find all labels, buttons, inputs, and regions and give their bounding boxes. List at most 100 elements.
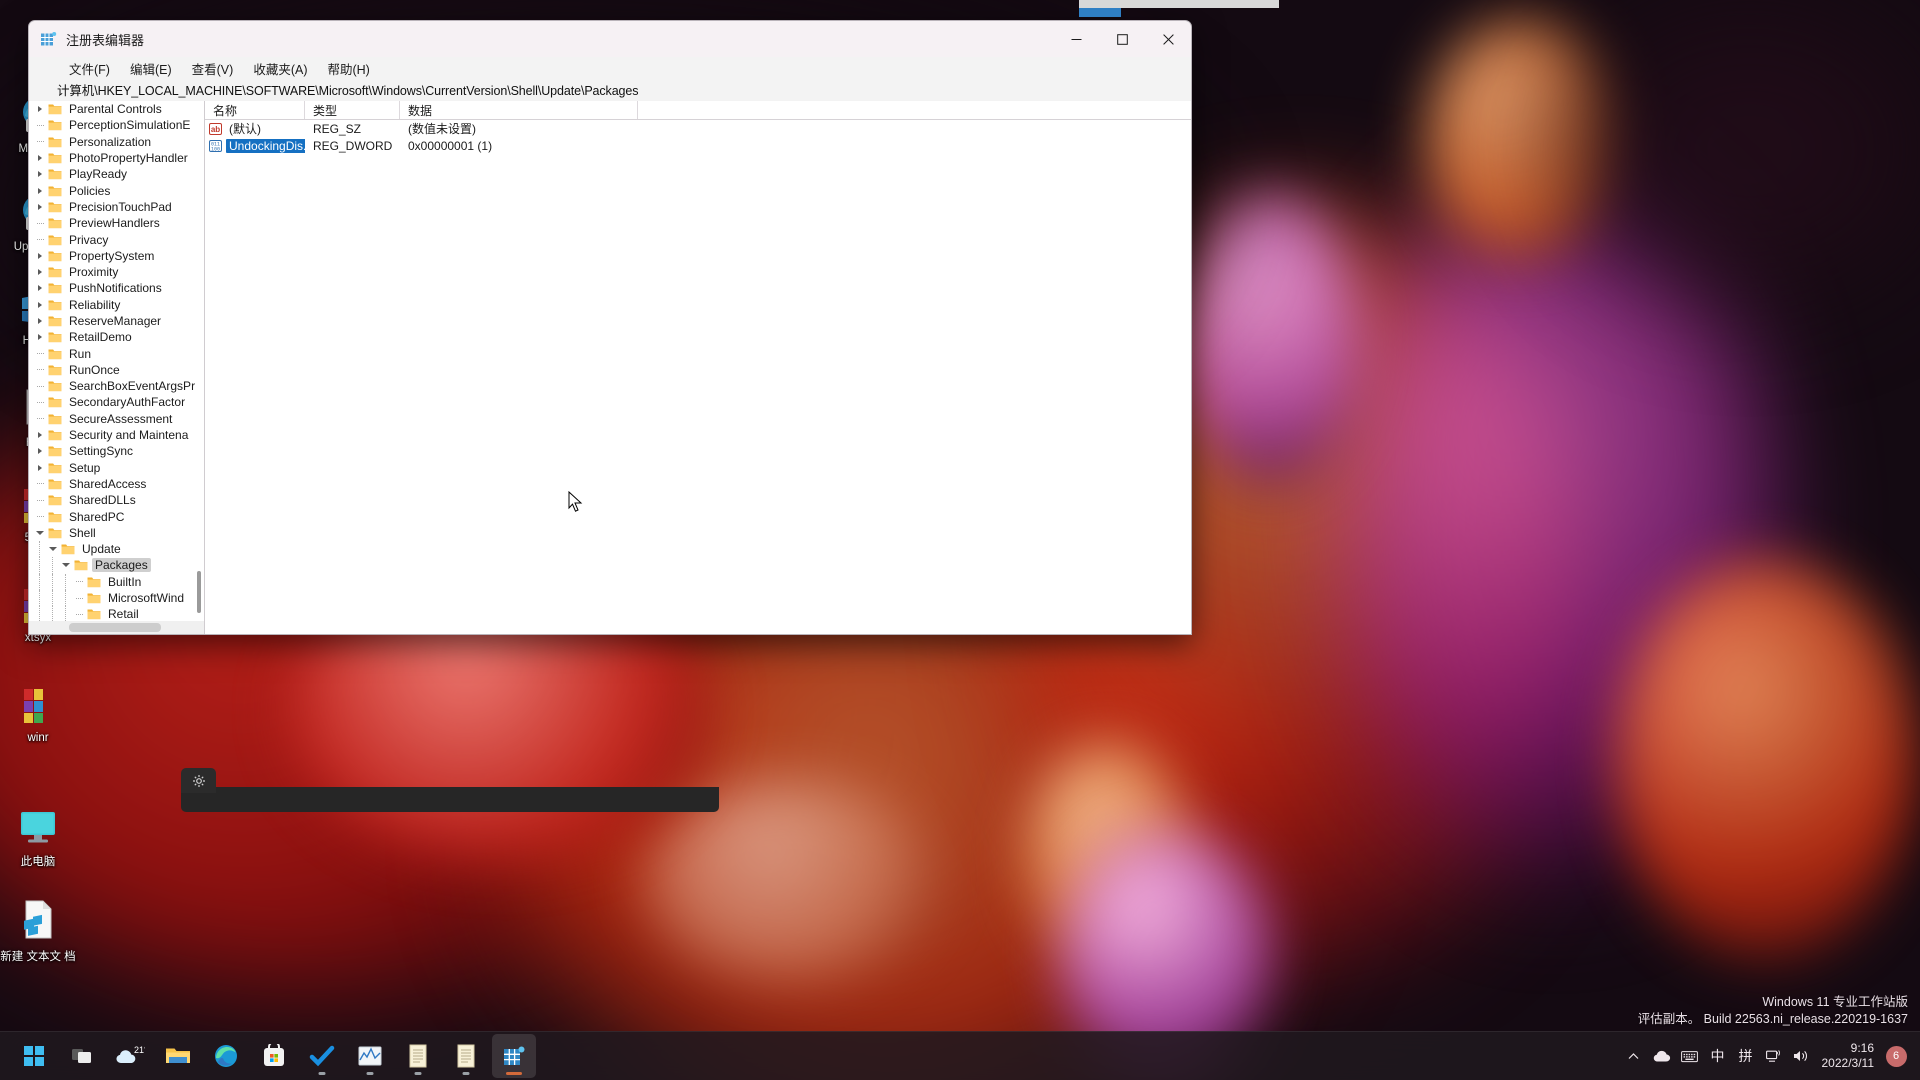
tree-item-label: Reliability (69, 297, 121, 312)
volume-button[interactable] (1788, 1038, 1816, 1074)
chevron-down-icon[interactable] (48, 541, 58, 557)
tree-item-label: RunOnce (69, 362, 120, 377)
clock-and-date[interactable]: 9:16 2022/3/11 (1816, 1041, 1883, 1071)
touch-keyboard-button[interactable] (1676, 1038, 1704, 1074)
tree-item[interactable]: Setup (29, 460, 204, 476)
tree-item[interactable]: Policies (29, 182, 204, 198)
network-button[interactable] (1760, 1038, 1788, 1074)
menu-favorites[interactable]: 收藏夹(A) (243, 57, 317, 80)
column-header-data[interactable]: 数据 (400, 101, 638, 119)
system-tray: 中 拼 9:16 2022/3/11 6 (1620, 1032, 1920, 1080)
tree-item[interactable]: RunOnce (29, 362, 204, 378)
tree-item[interactable]: Proximity (29, 264, 204, 280)
ime-mode-button[interactable]: 中 (1704, 1038, 1732, 1074)
address-bar[interactable]: 计算机\HKEY_LOCAL_MACHINE\SOFTWARE\Microsof… (29, 79, 1191, 102)
chevron-right-icon[interactable] (35, 280, 45, 296)
notification-center-button[interactable]: 6 (1882, 1038, 1910, 1074)
tree-item[interactable]: PerceptionSimulationE (29, 117, 204, 133)
onedrive-button[interactable] (1648, 1038, 1676, 1074)
tree-item[interactable]: ReserveManager (29, 313, 204, 329)
menu-edit[interactable]: 编辑(E) (120, 57, 182, 80)
tree-item[interactable]: PlayReady (29, 166, 204, 182)
window-titlebar[interactable]: 注册表编辑器 (29, 21, 1191, 57)
chevron-right-icon[interactable] (35, 443, 45, 459)
tree-item[interactable]: PropertySystem (29, 248, 204, 264)
tree-item[interactable]: Run (29, 345, 204, 361)
tree-item[interactable]: PrecisionTouchPad (29, 199, 204, 215)
ime-pinyin-button[interactable]: 拼 (1732, 1038, 1760, 1074)
tree-item[interactable]: PushNotifications (29, 280, 204, 296)
chevron-right-icon[interactable] (35, 460, 45, 476)
registry-value-list[interactable]: 名称 类型 数据 ab (默认) REG_SZ (数值未设置) 011 100 Undock… (205, 101, 1191, 634)
menu-file[interactable]: 文件(F) (59, 57, 120, 80)
tree-item[interactable]: SharedPC (29, 508, 204, 524)
tree-item[interactable]: Security and Maintena (29, 427, 204, 443)
tree-vertical-scrollbar[interactable] (195, 571, 204, 613)
close-button[interactable] (1145, 21, 1191, 57)
chevron-right-icon[interactable] (35, 427, 45, 443)
tree-item[interactable]: SettingSync (29, 443, 204, 459)
notepad-button-1[interactable] (396, 1034, 440, 1078)
tree-item[interactable]: MicrosoftWind (29, 589, 204, 607)
tree-item[interactable]: SharedAccess (29, 476, 204, 492)
chevron-right-icon[interactable] (35, 150, 45, 166)
tree-item[interactable]: SecondaryAuthFactor (29, 394, 204, 410)
tree-item[interactable]: Update (29, 541, 204, 558)
show-hidden-icons-button[interactable] (1620, 1038, 1648, 1074)
tree-item[interactable]: Personalization (29, 134, 204, 150)
tree-item[interactable]: BuiltIn (29, 573, 204, 590)
tree-connector (52, 589, 53, 607)
tree-item[interactable]: SearchBoxEventArgsPr (29, 378, 204, 394)
tree-connector (35, 345, 45, 361)
chevron-down-icon[interactable] (61, 557, 71, 573)
chevron-right-icon[interactable] (35, 264, 45, 280)
tree-item[interactable]: Reliability (29, 297, 204, 313)
column-header-type[interactable]: 类型 (305, 101, 400, 119)
edge-button[interactable] (204, 1034, 248, 1078)
notepad-button-2[interactable] (444, 1034, 488, 1078)
tree-item[interactable]: PhotoPropertyHandler (29, 150, 204, 166)
store-button[interactable] (252, 1034, 296, 1078)
registry-tree-pane[interactable]: Parental Controls PerceptionSimulationE Pe… (29, 101, 205, 634)
tree-item[interactable]: Packages (29, 557, 204, 574)
chevron-right-icon[interactable] (35, 182, 45, 198)
tree-item[interactable]: SecureAssessment (29, 411, 204, 427)
desktop-icon-new-text-doc[interactable]: 新建 文本文 档 (0, 898, 76, 964)
tree-item[interactable]: PreviewHandlers (29, 215, 204, 231)
value-row[interactable]: ab (默认) REG_SZ (数值未设置) (205, 120, 1191, 137)
tree-item[interactable]: RetailDemo (29, 329, 204, 345)
tree-item[interactable]: Privacy (29, 231, 204, 247)
settings-gear-tab[interactable] (181, 768, 216, 793)
regedit-taskbar-button[interactable] (492, 1034, 536, 1078)
task-manager-button[interactable] (348, 1034, 392, 1078)
chevron-right-icon[interactable] (35, 313, 45, 329)
widgets-button[interactable]: 21° (108, 1034, 152, 1078)
tree-item[interactable]: Retail (29, 606, 204, 621)
todo-button[interactable] (300, 1034, 344, 1078)
folder-icon (48, 462, 62, 474)
value-name-cell: 011 100 UndockingDis... (205, 138, 305, 153)
start-button[interactable] (12, 1034, 56, 1078)
chevron-right-icon[interactable] (35, 329, 45, 345)
menu-view[interactable]: 查看(V) (182, 57, 244, 80)
chevron-right-icon[interactable] (35, 101, 45, 117)
tree-horizontal-scrollbar[interactable] (29, 621, 204, 634)
menu-help[interactable]: 帮助(H) (317, 57, 379, 80)
maximize-button[interactable] (1099, 21, 1145, 57)
task-view-button[interactable] (60, 1034, 104, 1078)
chevron-right-icon[interactable] (35, 297, 45, 313)
value-row[interactable]: 011 100 UndockingDis... REG_DWORD 0x00000001… (205, 137, 1191, 154)
chevron-right-icon[interactable] (35, 248, 45, 264)
column-header-name[interactable]: 名称 (205, 101, 305, 119)
chevron-right-icon[interactable] (35, 166, 45, 182)
file-explorer-button[interactable] (156, 1034, 200, 1078)
minimize-button[interactable] (1053, 21, 1099, 57)
tree-item[interactable]: Parental Controls (29, 101, 204, 117)
chevron-right-icon[interactable] (35, 199, 45, 215)
tree-item[interactable]: Shell (29, 525, 204, 541)
scrollbar-thumb[interactable] (69, 623, 161, 632)
desktop-icon-this-pc[interactable]: 此电脑 (0, 805, 76, 869)
desktop-icon-rar-3[interactable]: winr (0, 685, 76, 745)
tree-item[interactable]: SharedDLLs (29, 492, 204, 508)
chevron-down-icon[interactable] (35, 525, 45, 541)
